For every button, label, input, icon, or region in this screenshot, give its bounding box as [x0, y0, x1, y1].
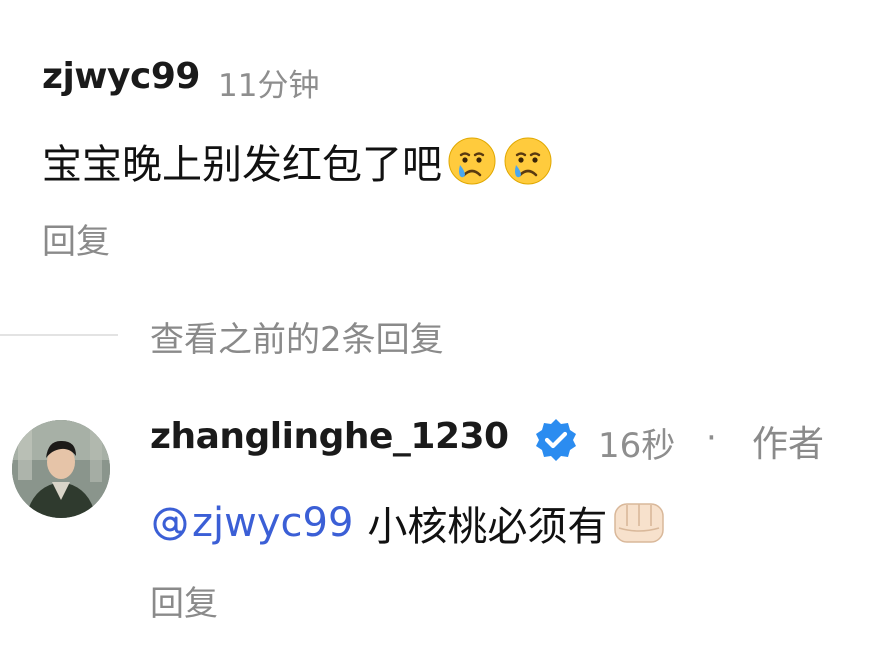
view-previous-replies-link[interactable]: 查看之前的2条回复 [150, 312, 444, 361]
comment-body: 宝宝晚上别发红包了吧 [42, 132, 554, 190]
at-mention-icon [150, 503, 190, 543]
thread-divider [0, 334, 118, 336]
comment-reply-button[interactable]: 回复 [42, 214, 110, 263]
mention-username: zjwyc99 [192, 500, 354, 546]
reply-reply-button[interactable]: 回复 [150, 576, 218, 625]
crying-face-icon [502, 135, 554, 187]
mention-link[interactable]: zjwyc99 [150, 500, 353, 546]
reply-timestamp: 16秒 [598, 426, 676, 466]
crying-face-icon [446, 135, 498, 187]
comment-thread: zjwyc99 11分钟 宝宝晚上别发红包了吧 回复 查看之前的2条回复 zha… [0, 0, 877, 657]
avatar[interactable] [12, 420, 110, 518]
reply-body: zjwyc99 小核桃必须有 [150, 494, 669, 552]
fist-bump-icon [609, 496, 669, 550]
author-tag: 作者 [752, 424, 825, 465]
comment-username[interactable]: zjwyc99 [42, 56, 200, 97]
meta-separator: · [706, 418, 717, 458]
comment-timestamp: 11分钟 [218, 68, 320, 104]
verified-check-icon [532, 416, 580, 464]
comment-text: 宝宝晚上别发红包了吧 [42, 142, 442, 188]
reply-text: 小核桃必须有 [367, 504, 608, 550]
reply-username[interactable]: zhanglinghe_1230 [150, 416, 509, 457]
